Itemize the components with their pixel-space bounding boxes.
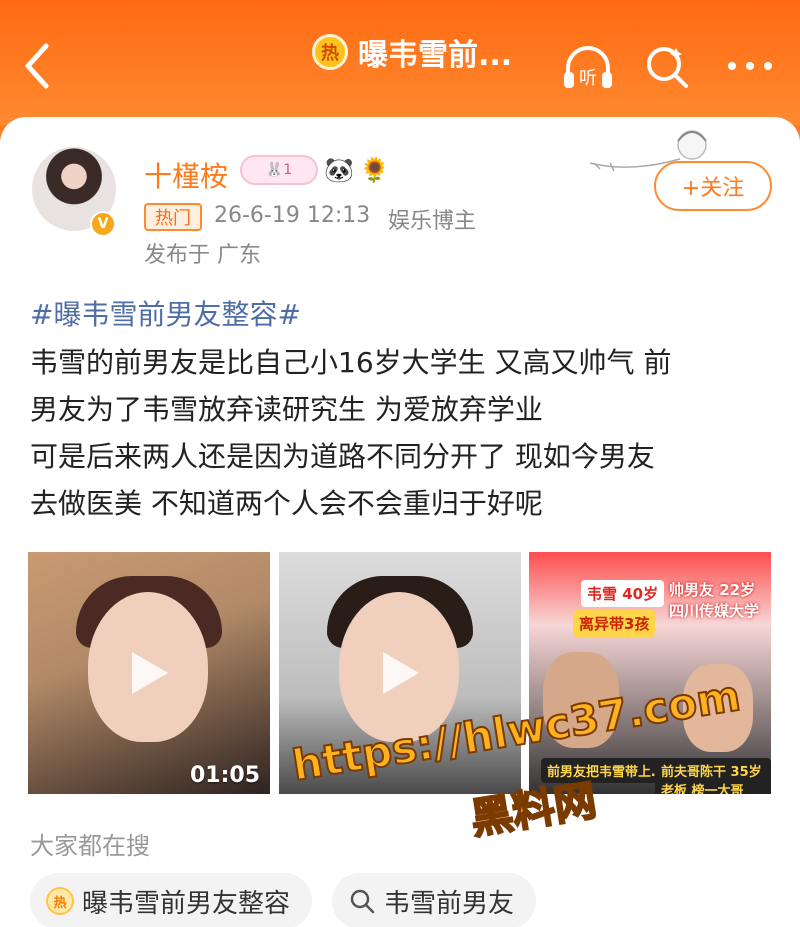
search-icon [350,889,375,914]
post-card: V 十槿桉 🐰 1 🐼 🌻 热门 26-6-19 12:13 娱乐博主 发布于 … [0,117,800,927]
post-body-line: 男友为了韦雪放弃读研究生 为爱放弃学业 [30,393,543,426]
more-dots-icon [728,62,772,70]
page-title: 热 曝韦雪前... [312,30,512,74]
svg-text:听: 听 [579,68,597,89]
video-duration: 01:05 [189,763,260,788]
listen-button[interactable]: 听 [560,42,616,94]
thumbnail-caption: 韦雪 40岁 [581,580,665,607]
hot-topic-icon: 热 [312,34,348,70]
fan-level-badge: 🐰 1 [240,155,318,185]
username[interactable]: 十槿桉 [144,155,228,195]
hot-tag-badge: 热门 [144,203,202,231]
thumbnail-caption: 离异带3孩 [573,610,656,637]
fan-level-text: 1 [283,162,293,178]
thumbnail-caption: 帅男友 22岁 四川传媒大学 [669,581,760,620]
video-thumbnail[interactable]: 01:05 [28,552,270,794]
verified-icon: V [90,211,116,237]
back-button[interactable] [14,36,66,96]
search-chip-label: 韦雪前男友 [384,888,515,919]
post-timestamp: 26-6-19 12:13 [214,203,371,228]
page-title-text: 曝韦雪前... [358,38,513,73]
panda-icon: 🐼 [324,156,354,184]
follow-button[interactable]: +关注 [654,161,772,211]
search-button[interactable] [642,42,692,92]
trending-search-label: 大家都在搜 [30,832,150,860]
more-button[interactable] [720,48,780,84]
post-body-line: 可是后来两人还是因为道路不同分开了 现如今男友 [30,440,655,473]
user-badges: 🐰 1 🐼 🌻 [240,155,390,185]
search-chip-label: 曝韦雪前男友整容 [82,888,291,919]
search-icon [647,47,688,88]
play-icon [132,652,168,694]
post-body-line: 去做医美 不知道两个人会不会重归于好呢 [30,487,543,520]
play-icon [383,652,419,694]
post-body-line: 韦雪的前男友是比自己小16岁大学生 又高又帅气 前 [30,346,672,379]
top-bar: 热 曝韦雪前... 听 [0,0,800,125]
chevron-left-icon [25,43,49,89]
post-location: 发布于 广东 [144,243,261,268]
headphones-icon: 听 [564,46,612,89]
author-role: 娱乐博主 [388,209,477,234]
search-chip[interactable]: 热 曝韦雪前男友整容 [30,873,312,927]
search-chip[interactable]: 韦雪前男友 [332,873,536,927]
sunflower-icon: 🌻 [359,156,390,184]
hot-search-icon: 热 [46,887,74,915]
post-body: 韦雪的前男友是比自己小16岁大学生 又高又帅气 前 男友为了韦雪放弃读研究生 为… [30,339,770,527]
thumbnail-caption: 前夫哥陈干 35岁 老板 榜一大哥 [655,758,771,794]
topic-link[interactable]: #曝韦雪前男友整容# [30,293,301,333]
